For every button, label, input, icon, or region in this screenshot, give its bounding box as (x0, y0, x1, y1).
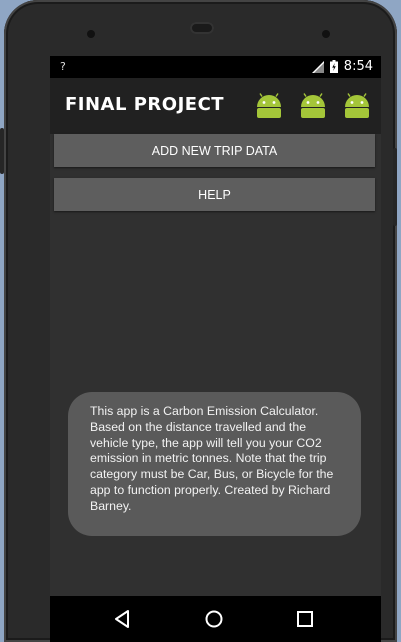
proximity-sensor (322, 30, 330, 38)
status-bar: ? 8:54 (50, 56, 381, 78)
power-button[interactable] (0, 128, 4, 174)
recents-icon[interactable] (294, 608, 316, 630)
help-button[interactable]: HELP (54, 178, 375, 211)
app-title: FINAL PROJECT (65, 94, 225, 115)
android-icon[interactable] (344, 92, 370, 118)
volume-button[interactable] (393, 148, 397, 226)
clock: 8:54 (343, 59, 373, 74)
android-icon[interactable] (256, 92, 282, 118)
status-icons: 8:54 (311, 59, 373, 74)
signal-unknown-indicator: ? (60, 60, 66, 73)
navigation-bar (50, 596, 381, 642)
android-icon[interactable] (300, 92, 326, 118)
add-new-trip-button[interactable]: ADD NEW TRIP DATA (54, 134, 375, 167)
phone-frame: ? 8:54 FINAL PROJECT ADD NEW TRIP DATA H… (0, 0, 397, 642)
home-icon[interactable] (203, 608, 225, 630)
back-icon[interactable] (112, 608, 134, 630)
toast-message: This app is a Carbon Emission Calculator… (68, 392, 361, 536)
earpiece (190, 22, 214, 34)
device-screen: ? 8:54 FINAL PROJECT ADD NEW TRIP DATA H… (50, 56, 381, 642)
battery-charging-icon (329, 60, 338, 73)
front-camera (87, 30, 95, 38)
action-bar: FINAL PROJECT (50, 78, 381, 134)
cell-signal-icon (311, 60, 324, 73)
